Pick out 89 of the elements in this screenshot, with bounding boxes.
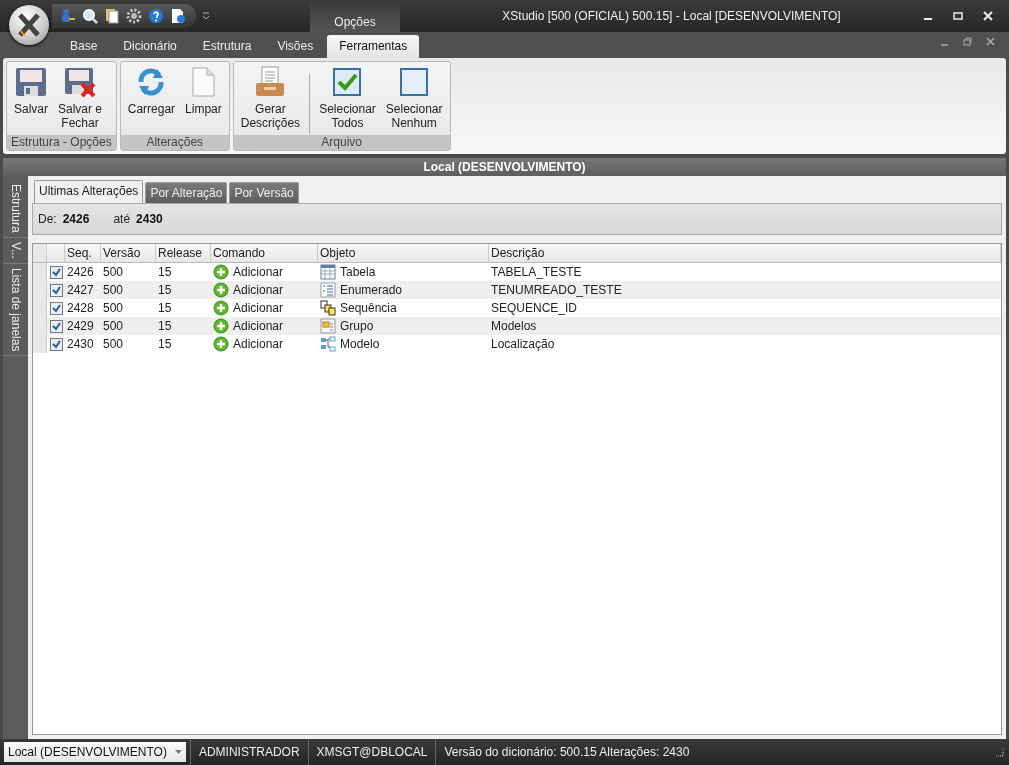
- table-cell-text: 15: [157, 318, 173, 335]
- table-cell-text: 15: [157, 336, 173, 353]
- ribbon-button[interactable]: Selecionar Nenhum: [380, 64, 448, 132]
- ribbon-button[interactable]: Limpar: [180, 64, 227, 118]
- row-checkbox[interactable]: [50, 284, 63, 297]
- row-checkbox[interactable]: [50, 302, 63, 315]
- ribbon-tab[interactable]: Base: [58, 35, 110, 58]
- table-cell-text: 2429: [66, 318, 95, 335]
- table-cell-text: Tabela: [340, 264, 376, 281]
- maximize-icon: [953, 11, 963, 21]
- resize-grip-icon: [993, 746, 1005, 758]
- customize-arrow-icon: [202, 11, 210, 21]
- close-icon: [983, 11, 993, 21]
- ribbon-button[interactable]: Carregar: [122, 64, 181, 118]
- row-checkbox[interactable]: [50, 266, 63, 279]
- connection-dropdown[interactable]: Local (DESENVOLVIMENTO): [4, 742, 186, 762]
- ribbon-button[interactable]: Selecionar Todos: [314, 64, 381, 132]
- ribbon-button[interactable]: Salvar e Fechar: [53, 64, 108, 132]
- table-cell-text: Sequência: [340, 300, 397, 317]
- table-cell-text: Adicionar: [233, 336, 284, 353]
- ribbon-tab[interactable]: Estrutura: [190, 35, 264, 58]
- table-cell-text: Modelos: [490, 318, 538, 335]
- document-title-bar: Local (DESENVOLVIMENTO): [3, 158, 1006, 176]
- table-cell-text: 500: [102, 300, 125, 317]
- table-cell-text: 15: [157, 282, 173, 299]
- row-checkbox[interactable]: [50, 320, 63, 333]
- group-title: Estrutura - Opções: [7, 135, 116, 150]
- table-cell-text: 500: [102, 282, 125, 299]
- row-checkbox[interactable]: [50, 338, 63, 351]
- table-cell-text: 500: [102, 318, 125, 335]
- help-icon: [148, 8, 164, 24]
- page-tab[interactable]: Por Versão: [229, 182, 299, 203]
- table-cell-text: Adicionar: [233, 282, 284, 299]
- table-cell-text: Enumerado: [340, 282, 403, 299]
- to-label: até: [113, 212, 131, 226]
- page-tab[interactable]: Ultimas Alterações: [34, 180, 144, 203]
- version-status: Versão do dicionário: 500.15 Alterações: 2430: [435, 739, 698, 765]
- user-key-icon: [60, 8, 76, 24]
- ribbon-tab[interactable]: Dicionário: [111, 35, 189, 58]
- table-cell-text: 500: [102, 264, 125, 281]
- table-cell-text: 2426: [66, 264, 95, 281]
- table-cell-text: Modelo: [340, 336, 380, 353]
- dropdown-arrow-icon[interactable]: [174, 750, 182, 754]
- table-cell-text: SEQUENCE_ID: [490, 300, 579, 317]
- group-title: Alterações: [120, 135, 229, 150]
- minimize-icon: [923, 18, 933, 20]
- database-status: XMSGT@DBLOCAL: [307, 739, 436, 765]
- group-title: Arquivo: [233, 135, 450, 150]
- table-cell-text: Adicionar: [233, 300, 284, 317]
- table-cell-text: Adicionar: [233, 318, 284, 335]
- table-cell-text: TABELA_TESTE: [490, 264, 583, 281]
- table-cell-text: 15: [157, 264, 173, 281]
- to-value: 2430: [136, 212, 163, 226]
- table-cell-text: Adicionar: [233, 264, 284, 281]
- document-tray-icon: [254, 66, 287, 98]
- close-icon: [986, 36, 995, 46]
- checked-box-icon: [331, 66, 364, 98]
- from-label: De:: [38, 212, 57, 226]
- table-cell-text: 2427: [66, 282, 95, 299]
- column-header[interactable]: Descrição: [489, 244, 1001, 262]
- column-header[interactable]: Comando: [211, 244, 318, 262]
- minimize-icon: [940, 43, 949, 46]
- contextual-tab-group: Opções: [310, 0, 400, 32]
- from-value: 2426: [62, 212, 90, 226]
- pages-icon: [104, 8, 120, 24]
- table-cell-text: 2430: [66, 336, 95, 353]
- ribbon-button[interactable]: Gerar Descrições: [235, 64, 306, 132]
- column-header[interactable]: Release: [156, 244, 211, 262]
- page-tab[interactable]: Por Alteração: [145, 182, 228, 203]
- table-cell-text: 500: [102, 336, 125, 353]
- table-cell-text: Localização: [490, 336, 556, 353]
- settings-icon: [126, 8, 142, 24]
- ribbon-button[interactable]: Salvar: [9, 64, 53, 118]
- floppy-disk-delete-icon: [64, 66, 97, 98]
- table-cell-text: Grupo: [340, 318, 374, 335]
- document-info-icon: [170, 8, 186, 24]
- table-cell-text: 2428: [66, 300, 95, 317]
- column-header[interactable]: Versão: [101, 244, 156, 262]
- user-status: ADMINISTRADOR: [189, 739, 308, 765]
- search-icon: [82, 8, 98, 24]
- ribbon-tab[interactable]: Visões: [265, 35, 326, 58]
- ribbon-tab[interactable]: Ferramentas: [327, 35, 420, 58]
- column-header[interactable]: Objeto: [318, 244, 489, 262]
- table-cell-text: TENUMREADO_TESTE: [490, 282, 623, 299]
- table-cell-text: 15: [157, 300, 173, 317]
- column-header[interactable]: Seq.: [65, 244, 101, 262]
- empty-box-icon: [398, 66, 431, 98]
- window-title: XStudio [500 (OFICIAL) 500.15] - Local [DESENVOLVIMENTO]: [501, 9, 842, 23]
- restore-icon: [963, 36, 972, 46]
